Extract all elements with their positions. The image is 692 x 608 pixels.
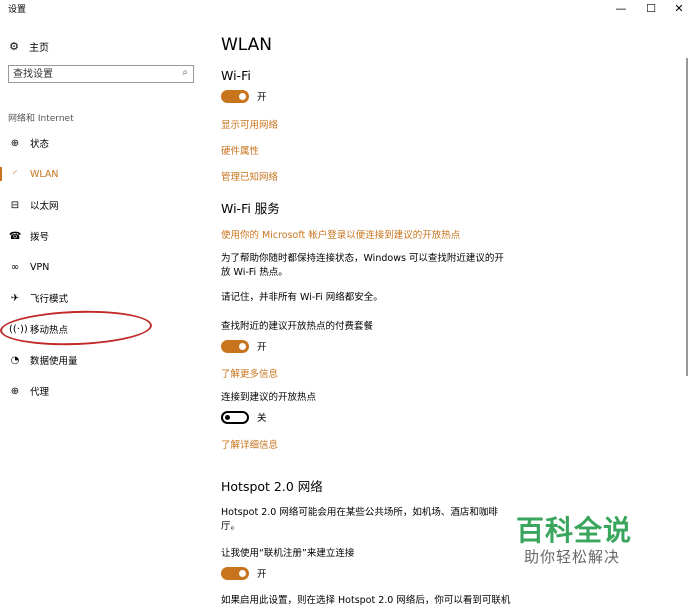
home-nav-item[interactable]: ⚙ 主页 xyxy=(8,38,49,54)
paid-plans-toggle-row: 开 xyxy=(221,339,267,353)
search-icon[interactable]: ⌕ xyxy=(182,67,188,78)
wifi-service-heading: Wi-Fi 服务 xyxy=(221,201,280,216)
hotspot20-desc-line1: Hotspot 2.0 网络可能会用在某些公共场所，如机场、酒店和咖啡 xyxy=(221,507,498,518)
sidebar-item-label: 状态 xyxy=(30,139,50,150)
sidebar-item-data-usage[interactable]: ◔ 数据使用量 xyxy=(0,349,205,371)
globe-proxy-icon: ⊕ xyxy=(10,385,20,397)
paid-plans-toggle-label: 开 xyxy=(257,342,267,353)
watermark-tagline: 助你轻松解决 xyxy=(524,548,621,566)
wifi-service-desc-line1: 为了帮助你随时都保持连接状态，Windows 可以查找附近建议的开 xyxy=(221,253,504,264)
online-signup-toggle[interactable] xyxy=(221,566,249,580)
home-label: 主页 xyxy=(29,42,49,54)
page-title: WLAN xyxy=(221,35,273,55)
microsoft-signin-link[interactable]: 使用你的 Microsoft 帐户登录以便连接到建议的开放热点 xyxy=(221,227,460,241)
data-usage-icon: ◔ xyxy=(10,354,20,366)
search-input[interactable] xyxy=(13,67,173,81)
sidebar-item-label: VPN xyxy=(30,261,50,273)
online-signup-toggle-label: 开 xyxy=(257,569,267,580)
sidebar-item-label: 以太网 xyxy=(30,201,59,212)
wifi-toggle[interactable] xyxy=(221,89,249,103)
manage-known-networks-link[interactable]: 管理已知网络 xyxy=(221,169,278,183)
connect-hotspots-toggle-label: 关 xyxy=(257,413,267,424)
sidebar-item-label: 数据使用量 xyxy=(30,356,78,367)
gear-icon: ⚙ xyxy=(9,39,19,53)
sidebar-item-label: WLAN xyxy=(30,168,59,180)
sidebar: ⚙ 主页 ⌕ 网络和 Internet ⊕ 状态 ◜ WLAN ⊟ 以太网 ☎ … xyxy=(0,18,205,602)
minimize-button[interactable]: — xyxy=(608,0,634,18)
wifi-toggle-row: 开 xyxy=(221,89,267,103)
sidebar-item-vpn[interactable]: ∞ VPN xyxy=(0,256,205,278)
section-label: 网络和 Internet xyxy=(8,114,74,124)
annotation-ellipse xyxy=(0,308,153,348)
sidebar-item-dialup[interactable]: ☎ 拨号 xyxy=(0,225,205,247)
search-box[interactable]: ⌕ xyxy=(8,65,194,83)
wifi-toggle-label: 开 xyxy=(257,92,267,103)
dialup-icon: ☎ xyxy=(9,230,22,242)
maximize-button[interactable]: ☐ xyxy=(638,0,664,18)
paid-plans-toggle[interactable] xyxy=(221,339,249,353)
wifi-service-desc-line2: 放 Wi-Fi 热点。 xyxy=(221,267,288,278)
wifi-security-note: 请记住，并非所有 Wi-Fi 网络都安全。 xyxy=(221,292,383,303)
watermark-logo: 百科全说 xyxy=(516,514,633,547)
sidebar-item-label: 飞行模式 xyxy=(30,294,69,305)
wifi-icon: ◜ xyxy=(13,168,17,180)
vpn-icon: ∞ xyxy=(10,261,20,273)
airplane-icon: ✈ xyxy=(10,292,20,304)
learn-more-link[interactable]: 了解更多信息 xyxy=(221,366,278,380)
window-title: 设置 xyxy=(8,5,27,15)
sidebar-item-ethernet[interactable]: ⊟ 以太网 xyxy=(0,194,205,216)
online-signup-toggle-row: 开 xyxy=(221,566,267,580)
hotspot20-heading: Hotspot 2.0 网络 xyxy=(221,479,323,494)
hotspot20-desc-line2: 厅。 xyxy=(221,521,241,532)
sidebar-item-label: 代理 xyxy=(30,387,50,398)
sidebar-item-proxy[interactable]: ⊕ 代理 xyxy=(0,380,205,402)
hardware-properties-link[interactable]: 硬件属性 xyxy=(221,143,259,157)
online-signup-label: 让我使用“联机注册”来建立连接 xyxy=(221,548,355,559)
connect-hotspots-toggle-row: 关 xyxy=(221,410,267,424)
connect-hotspots-toggle[interactable] xyxy=(221,410,249,424)
sidebar-item-label: 拨号 xyxy=(30,232,50,243)
paid-plans-label: 查找附近的建议开放热点的付费套餐 xyxy=(221,321,374,332)
learn-details-link[interactable]: 了解详细信息 xyxy=(221,437,278,451)
show-networks-link[interactable]: 显示可用网络 xyxy=(221,117,278,131)
hotspot20-cut-text: 如果启用此设置，则在选择 Hotspot 2.0 网络后，你可以看到可联机 xyxy=(221,595,511,606)
title-bar: 设置 — ☐ ✕ xyxy=(0,0,692,18)
sidebar-item-wlan[interactable]: ◜ WLAN xyxy=(0,163,205,185)
wifi-heading: Wi-Fi xyxy=(221,68,251,83)
sidebar-item-status[interactable]: ⊕ 状态 xyxy=(0,132,205,154)
close-button[interactable]: ✕ xyxy=(666,0,692,18)
globe-status-icon: ⊕ xyxy=(10,137,20,149)
scrollbar[interactable] xyxy=(686,58,688,376)
connect-open-hotspots-label: 连接到建议的开放热点 xyxy=(221,392,317,403)
ethernet-icon: ⊟ xyxy=(10,199,20,211)
sidebar-item-airplane[interactable]: ✈ 飞行模式 xyxy=(0,287,205,309)
